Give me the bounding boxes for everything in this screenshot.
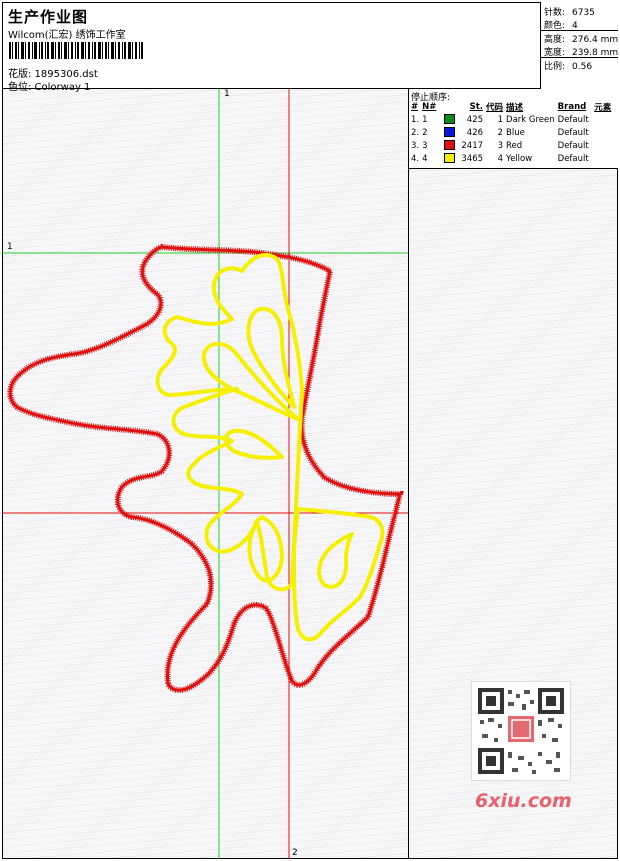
color-swatch-icon [444, 127, 456, 138]
axis-label-green-top: 1 [224, 89, 230, 99]
red-outline [7, 243, 404, 694]
header: 生产作业图 Wilcom(汇宏) 绣饰工作室 花版: 1895306.dst 色… [2, 2, 618, 93]
table-row: 4. 4 3465 4 Yellow Default [411, 153, 589, 164]
watermark-text: 6xiu.com [475, 790, 572, 812]
sequence-table: # N# St. 代码 描述 Brand 元素 1. 1 425 1 Dark Gr… [411, 101, 614, 165]
qr-code-icon [471, 681, 571, 781]
studio-name: Wilcom(汇宏) 绣饰工作室 [8, 30, 126, 41]
sequence-header-row: # N# St. 代码 描述 Brand 元素 [411, 102, 612, 113]
table-row: 2. 2 426 2 Blue Default [411, 127, 589, 138]
stat-stitches: 针数: 6735 [544, 8, 595, 18]
axis-label-red-bottom: 2 [292, 848, 298, 858]
stat-scale: 比例: 0.56 [544, 62, 593, 72]
stat-height: 高度: 276.4 mm [544, 35, 619, 45]
table-row: 3. 3 2417 3 Red Default [411, 140, 589, 151]
embroidery-canvas: 1 1 2 [2, 89, 408, 859]
embroidery-design [2, 89, 408, 859]
page-title: 生产作业图 [8, 8, 89, 26]
barcode-icon [9, 42, 143, 59]
axis-label-green-left: 1 [7, 242, 13, 252]
table-row: 1. 1 425 1 Dark Green Default [411, 114, 589, 125]
stats-panel: 针数: 6735 颜色: 4 高度: 276.4 mm 宽度: 239.8 mm 比例:… [540, 2, 618, 89]
color-swatch-icon [444, 153, 456, 164]
color-swatch-icon [444, 140, 456, 151]
yellow-motif [155, 252, 385, 642]
stop-sequence-panel: 停止顺序: # N# St. 代码 描述 Brand 元素 1. 1 425 1 D… [408, 89, 618, 169]
color-swatch-icon [444, 114, 456, 125]
